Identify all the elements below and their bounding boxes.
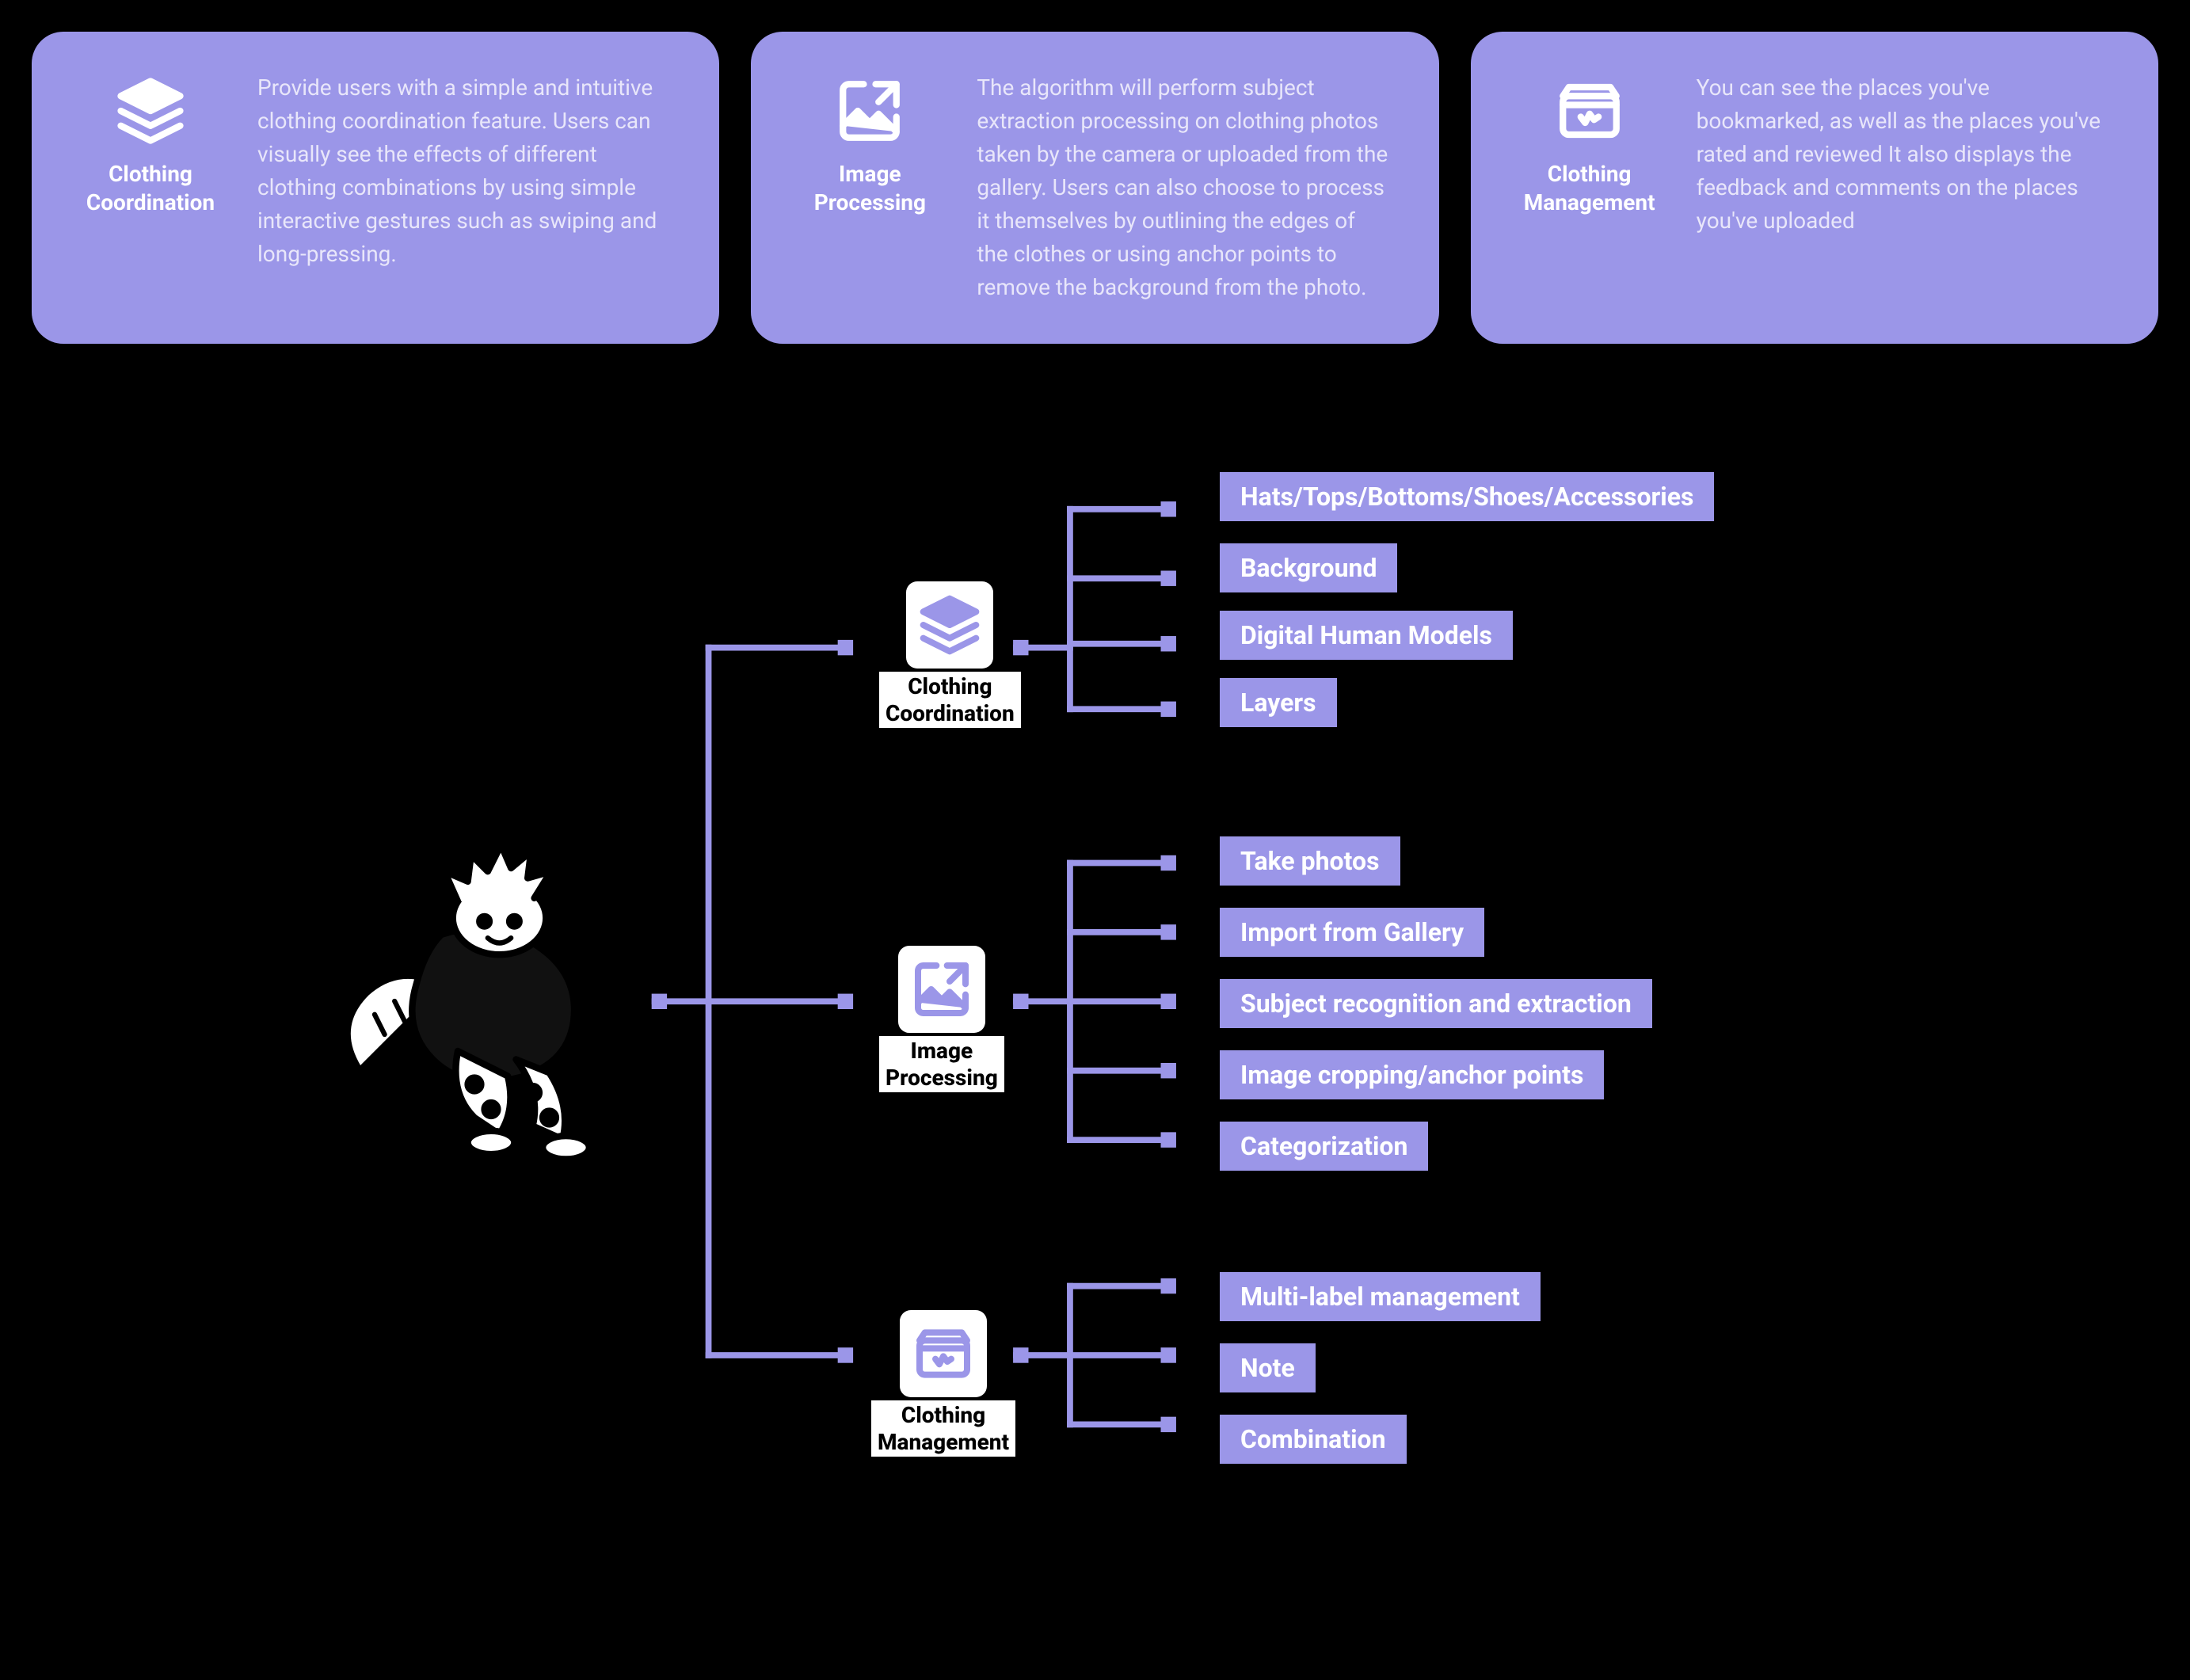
feature-diagram: Clothing Coordination Image Processing C… — [32, 455, 2158, 1564]
card-clothing-management: Clothing Management You can see the plac… — [1471, 32, 2158, 344]
node-label: Clothing Management — [871, 1400, 1015, 1457]
leaf: Subject recognition and extraction — [1220, 979, 1652, 1028]
card-title: Clothing Management — [1524, 160, 1655, 218]
character-illustration — [325, 835, 657, 1168]
leaf: Background — [1220, 543, 1397, 592]
node-clothing-management: Clothing Management — [871, 1310, 1015, 1457]
leaf: Combination — [1220, 1415, 1407, 1464]
feature-cards-row: Clothing Coordination Provide users with… — [32, 32, 2158, 344]
leaf: Layers — [1220, 678, 1337, 727]
layers-icon — [111, 71, 190, 150]
leaf: Import from Gallery — [1220, 908, 1484, 957]
card-desc: You can see the places you've bookmarked… — [1697, 71, 2108, 238]
card-desc: The algorithm will perform subject extra… — [977, 71, 1388, 304]
image-processing-icon — [830, 71, 909, 150]
card-title: Image Processing — [814, 160, 926, 218]
leaf: Take photos — [1220, 836, 1400, 886]
node-clothing-coordination: Clothing Coordination — [879, 581, 1021, 728]
leaf: Categorization — [1220, 1122, 1428, 1171]
card-clothing-coordination: Clothing Coordination Provide users with… — [32, 32, 719, 344]
leaf: Image cropping/anchor points — [1220, 1050, 1604, 1099]
box-icon — [1550, 71, 1629, 150]
node-label: Image Processing — [879, 1036, 1004, 1092]
leaf: Multi-label management — [1220, 1272, 1541, 1321]
layers-icon — [906, 581, 993, 669]
card-title: Clothing Coordination — [86, 160, 215, 218]
leaf: Hats/Tops/Bottoms/Shoes/Accessories — [1220, 472, 1714, 521]
card-image-processing: Image Processing The algorithm will perf… — [751, 32, 1438, 344]
leaf: Note — [1220, 1343, 1316, 1392]
box-icon — [900, 1310, 987, 1397]
card-desc: Provide users with a simple and intuitiv… — [257, 71, 669, 271]
node-image-processing: Image Processing — [879, 946, 1004, 1092]
image-processing-icon — [898, 946, 985, 1033]
node-label: Clothing Coordination — [879, 672, 1021, 728]
leaf: Digital Human Models — [1220, 611, 1513, 660]
